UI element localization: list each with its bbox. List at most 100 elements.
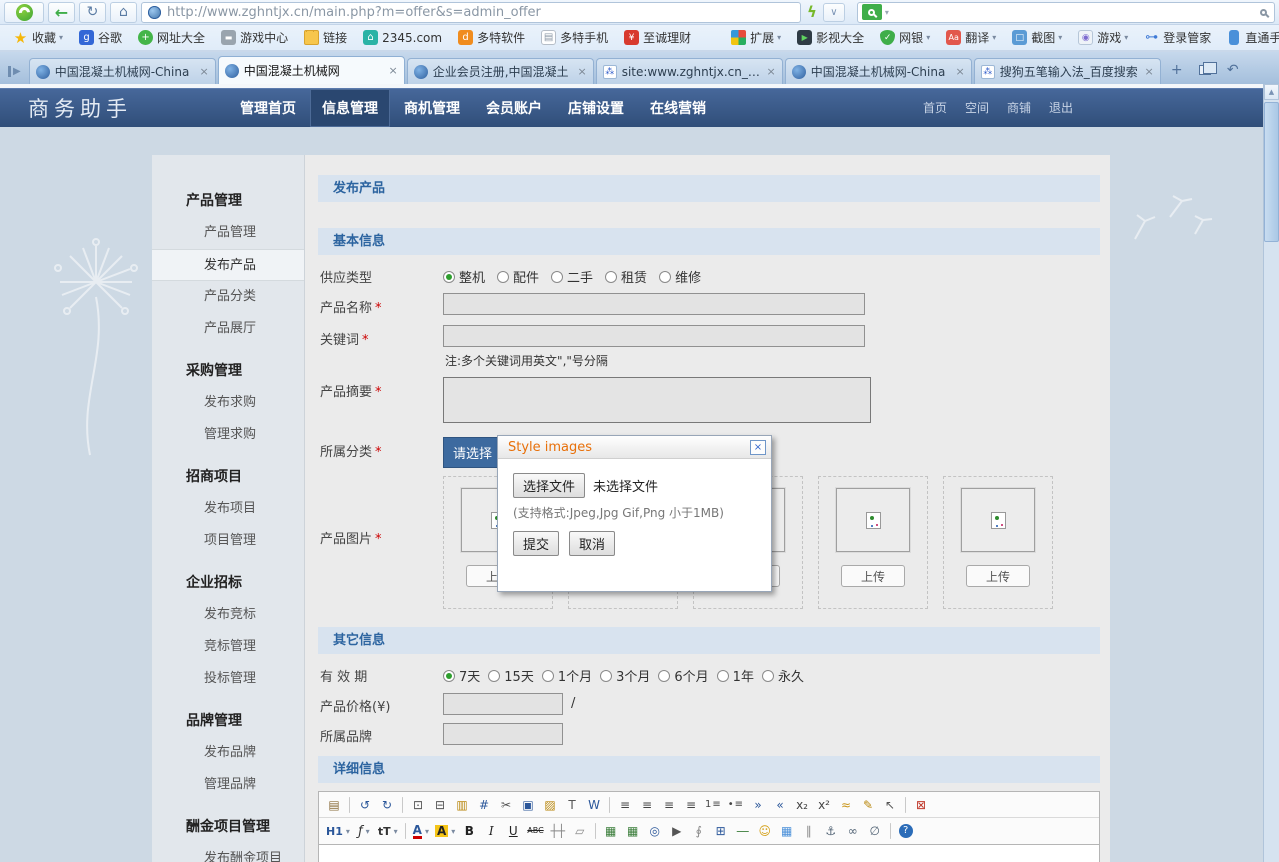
sidebar-item[interactable]: 管理品牌 xyxy=(152,769,304,801)
select-cursor-icon[interactable]: ↖▾ xyxy=(880,795,900,815)
nav-item[interactable]: 商机管理 xyxy=(392,89,472,127)
insert-flash-icon[interactable]: ◎▾ xyxy=(645,821,665,841)
find-replace-icon[interactable]: #▾ xyxy=(474,795,494,815)
bookmark[interactable]: 直通手机 ▾ xyxy=(1222,27,1279,49)
browser-tab[interactable]: 中国混凝土机械网-China × xyxy=(29,58,216,84)
nav-item[interactable]: 在线营销 xyxy=(638,89,718,127)
tab-close-icon[interactable]: × xyxy=(577,65,586,78)
bookmark[interactable]: ⌂ 2345.com ▾ xyxy=(358,27,447,49)
bookmark[interactable]: ▬ 游戏中心 ▾ xyxy=(216,27,293,49)
radio-option[interactable]: 整机 xyxy=(443,267,485,286)
address-bar[interactable]: http://www.zghntjx.cn/main.php?m=offer&s… xyxy=(141,2,801,23)
align-left-icon[interactable]: ≡▾ xyxy=(615,795,635,815)
sidebar-item[interactable]: 投标管理 xyxy=(152,663,304,695)
search-engine-icon[interactable] xyxy=(862,4,882,20)
search-engine-chevron-icon[interactable]: ▾ xyxy=(885,8,889,17)
radio-option[interactable]: 配件 xyxy=(497,267,539,286)
horizontal-rule-icon[interactable]: ―▾ xyxy=(733,821,753,841)
sidebar-item[interactable]: 发布竞标 xyxy=(152,599,304,631)
tab-close-icon[interactable]: × xyxy=(955,65,964,78)
help-icon[interactable]: ?▾ xyxy=(896,821,916,841)
sidebar-item[interactable]: 管理求购 xyxy=(152,419,304,451)
bookmark[interactable]: Aa 翻译 ▾ xyxy=(941,27,1001,49)
maximize-icon[interactable]: ⊠▾ xyxy=(911,795,931,815)
search-submit-icon[interactable] xyxy=(1260,5,1267,20)
upload-button[interactable]: 上传 xyxy=(966,565,1030,587)
bookmark[interactable]: g 谷歌 ▾ xyxy=(74,27,127,49)
paste-icon[interactable]: ▨▾ xyxy=(540,795,560,815)
toolbar-chevron-button[interactable]: ∨ xyxy=(823,3,845,22)
bookmark[interactable]: ▶ 影视大全 ▾ xyxy=(792,27,869,49)
tab-close-icon[interactable]: × xyxy=(199,65,208,78)
italic-icon[interactable]: I▾ xyxy=(481,821,501,841)
sidebar-item[interactable]: 企业招标 xyxy=(152,567,304,599)
price-input[interactable] xyxy=(443,693,563,715)
clean-format-icon[interactable]: ≈▾ xyxy=(836,795,856,815)
eraser-icon[interactable]: ▱▾ xyxy=(570,821,590,841)
highlight-color-icon[interactable]: A▾ xyxy=(433,821,457,841)
radio-option[interactable]: 永久 xyxy=(762,666,804,685)
home-button[interactable]: ⌂ xyxy=(110,2,137,23)
align-justify-icon[interactable]: ≡▾ xyxy=(681,795,701,815)
toolbar-separator[interactable]: ▾ xyxy=(905,797,906,813)
insert-image-icon[interactable]: ▦▾ xyxy=(601,821,621,841)
sidebar-item[interactable]: 品牌管理 xyxy=(152,705,304,737)
dialog-close-icon[interactable]: × xyxy=(750,440,766,455)
sidebar-item[interactable]: 产品管理 xyxy=(152,185,304,217)
tab-list-button[interactable] xyxy=(1193,59,1217,81)
sidebar-item[interactable]: 发布酬金项目 xyxy=(152,843,304,862)
product-name-input[interactable] xyxy=(443,293,865,315)
scrollbar-thumb[interactable] xyxy=(1264,102,1279,242)
unlink-icon[interactable]: ∅▾ xyxy=(865,821,885,841)
nav-link[interactable]: 商铺 xyxy=(1007,99,1031,116)
preview-icon[interactable]: ⊡▾ xyxy=(408,795,428,815)
sidebar-item[interactable]: 发布求购 xyxy=(152,387,304,419)
nav-item[interactable]: 会员账户 xyxy=(474,89,554,127)
browser-tab[interactable]: 中国混凝土机械网-China × xyxy=(785,58,972,84)
category-select-button[interactable]: 请选择 xyxy=(443,437,502,468)
summary-textarea[interactable] xyxy=(443,377,871,423)
browser-tab[interactable]: 中国混凝土机械网 × xyxy=(218,56,405,84)
sidebar-item[interactable]: 采购管理 xyxy=(152,355,304,387)
bookmark[interactable]: + 网址大全 ▾ xyxy=(133,27,210,49)
underline-icon[interactable]: U▾ xyxy=(503,821,523,841)
page-break-icon[interactable]: ∥▾ xyxy=(799,821,819,841)
font-size-icon[interactable]: tT▾ xyxy=(376,821,400,841)
sidebar-item[interactable]: 项目管理 xyxy=(152,525,304,557)
browser-tab[interactable]: ⁂ 搜狗五笔输入法_百度搜索 × xyxy=(974,58,1161,84)
keywords-input[interactable] xyxy=(443,325,865,347)
ordered-list-icon[interactable]: 1≡▾ xyxy=(703,795,724,815)
nav-item[interactable]: 管理首页 xyxy=(228,89,308,127)
sidebar-item[interactable]: 发布项目 xyxy=(152,493,304,525)
nav-link[interactable]: 空间 xyxy=(965,99,989,116)
submit-button[interactable]: 提交 xyxy=(513,531,559,556)
outdent-icon[interactable]: «▾ xyxy=(770,795,790,815)
page-scrollbar[interactable]: ▲ xyxy=(1263,84,1279,862)
subscript-icon[interactable]: x₂▾ xyxy=(792,795,812,815)
speed-lightning-icon[interactable]: ϟ xyxy=(805,3,819,21)
link-icon[interactable]: ∞▾ xyxy=(843,821,863,841)
toolbar-separator[interactable]: ▾ xyxy=(595,823,596,839)
toolbar-separator[interactable]: ▾ xyxy=(349,797,350,813)
sidebar-item[interactable]: 产品分类 xyxy=(152,281,304,313)
tab-close-icon[interactable]: × xyxy=(1144,65,1153,78)
radio-option[interactable]: 二手 xyxy=(551,267,593,286)
richtext-editor-canvas[interactable] xyxy=(318,845,1100,862)
nav-link[interactable]: 退出 xyxy=(1049,99,1073,116)
anchor-icon[interactable]: ⚓▾ xyxy=(821,821,841,841)
picture-frame-icon[interactable]: ▦▾ xyxy=(777,821,797,841)
bookmark[interactable]: ★ 收藏 ▾ xyxy=(8,27,68,49)
browser-tab[interactable]: ⁂ site:www.zghntjx.cn_百度 × xyxy=(596,58,783,84)
toolbar-separator[interactable]: ▾ xyxy=(609,797,610,813)
new-tab-button[interactable]: + xyxy=(1165,59,1189,81)
sidebar-item[interactable]: 产品管理 xyxy=(152,217,304,249)
sidebar-item[interactable]: 产品展厅 xyxy=(152,313,304,345)
sidebar-item[interactable]: 酬金项目管理 xyxy=(152,811,304,843)
radio-option[interactable]: 租赁 xyxy=(605,267,647,286)
cancel-button[interactable]: 取消 xyxy=(569,531,615,556)
reopen-tab-button[interactable]: ↶ xyxy=(1221,59,1245,81)
dialog-titlebar[interactable]: Style images × xyxy=(498,436,771,459)
bookmark[interactable]: ⊶ 登录管家 ▾ xyxy=(1139,27,1216,49)
bookmark[interactable]: ✓ 网银 ▾ xyxy=(875,27,935,49)
sidebar-item[interactable]: 招商项目 xyxy=(152,461,304,493)
